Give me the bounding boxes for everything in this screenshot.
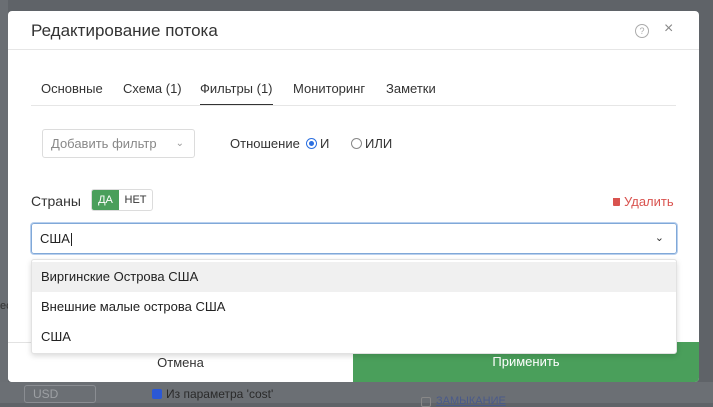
background-bottom-bar bbox=[0, 382, 713, 403]
countries-label: Страны bbox=[31, 193, 81, 209]
relation-or-radio[interactable] bbox=[351, 138, 362, 149]
relation-or-label[interactable]: ИЛИ bbox=[365, 136, 392, 151]
tab-filters[interactable]: Фильтры (1) bbox=[200, 81, 273, 106]
country-search-input[interactable]: США ⌄ bbox=[31, 223, 677, 254]
country-search-value: США bbox=[40, 231, 70, 246]
add-filter-select[interactable]: Добавить фильтр ⌄ bbox=[42, 129, 195, 158]
background-link: ЗАМЫКАНИЕ bbox=[436, 395, 506, 407]
close-icon[interactable]: × bbox=[664, 20, 673, 38]
trash-icon bbox=[613, 198, 620, 206]
edit-stream-modal: Редактирование потока ? × Основные Схема… bbox=[8, 11, 699, 382]
dropdown-option[interactable]: Виргинские Острова США bbox=[32, 262, 676, 292]
background-checkbox bbox=[152, 389, 162, 399]
relation-and-label[interactable]: И bbox=[320, 136, 329, 151]
modal-title: Редактирование потока bbox=[31, 21, 218, 40]
tab-main[interactable]: Основные bbox=[41, 81, 103, 104]
delete-label: Удалить bbox=[624, 194, 674, 209]
tabs-divider bbox=[31, 105, 676, 106]
country-dropdown: Виргинские Острова США Внешние малые ост… bbox=[31, 259, 677, 354]
tab-monitoring[interactable]: Мониторинг bbox=[293, 81, 365, 104]
toggle-no-button[interactable]: НЕТ bbox=[119, 190, 152, 210]
tab-scheme[interactable]: Схема (1) bbox=[123, 81, 182, 104]
include-toggle[interactable]: ДА НЕТ bbox=[91, 189, 153, 211]
background-checkbox-2 bbox=[421, 397, 431, 407]
chevron-down-icon[interactable]: ⌄ bbox=[655, 224, 664, 253]
chevron-down-icon: ⌄ bbox=[175, 138, 184, 149]
dropdown-option[interactable]: США bbox=[32, 322, 676, 352]
background-page bbox=[0, 0, 8, 403]
background-currency-select: USD bbox=[24, 385, 96, 403]
header-divider bbox=[8, 49, 699, 50]
relation-label: Отношение bbox=[230, 136, 300, 151]
dropdown-option[interactable]: Внешние малые острова США bbox=[32, 292, 676, 322]
toggle-yes-button[interactable]: ДА bbox=[92, 190, 119, 210]
background-param-label: Из параметра 'cost' bbox=[166, 387, 274, 401]
help-icon[interactable]: ? bbox=[635, 24, 649, 38]
tab-notes[interactable]: Заметки bbox=[386, 81, 436, 104]
text-caret bbox=[70, 233, 72, 247]
add-filter-placeholder: Добавить фильтр bbox=[51, 136, 157, 151]
relation-and-radio[interactable] bbox=[306, 138, 317, 149]
delete-filter-button[interactable]: Удалить bbox=[613, 194, 674, 209]
